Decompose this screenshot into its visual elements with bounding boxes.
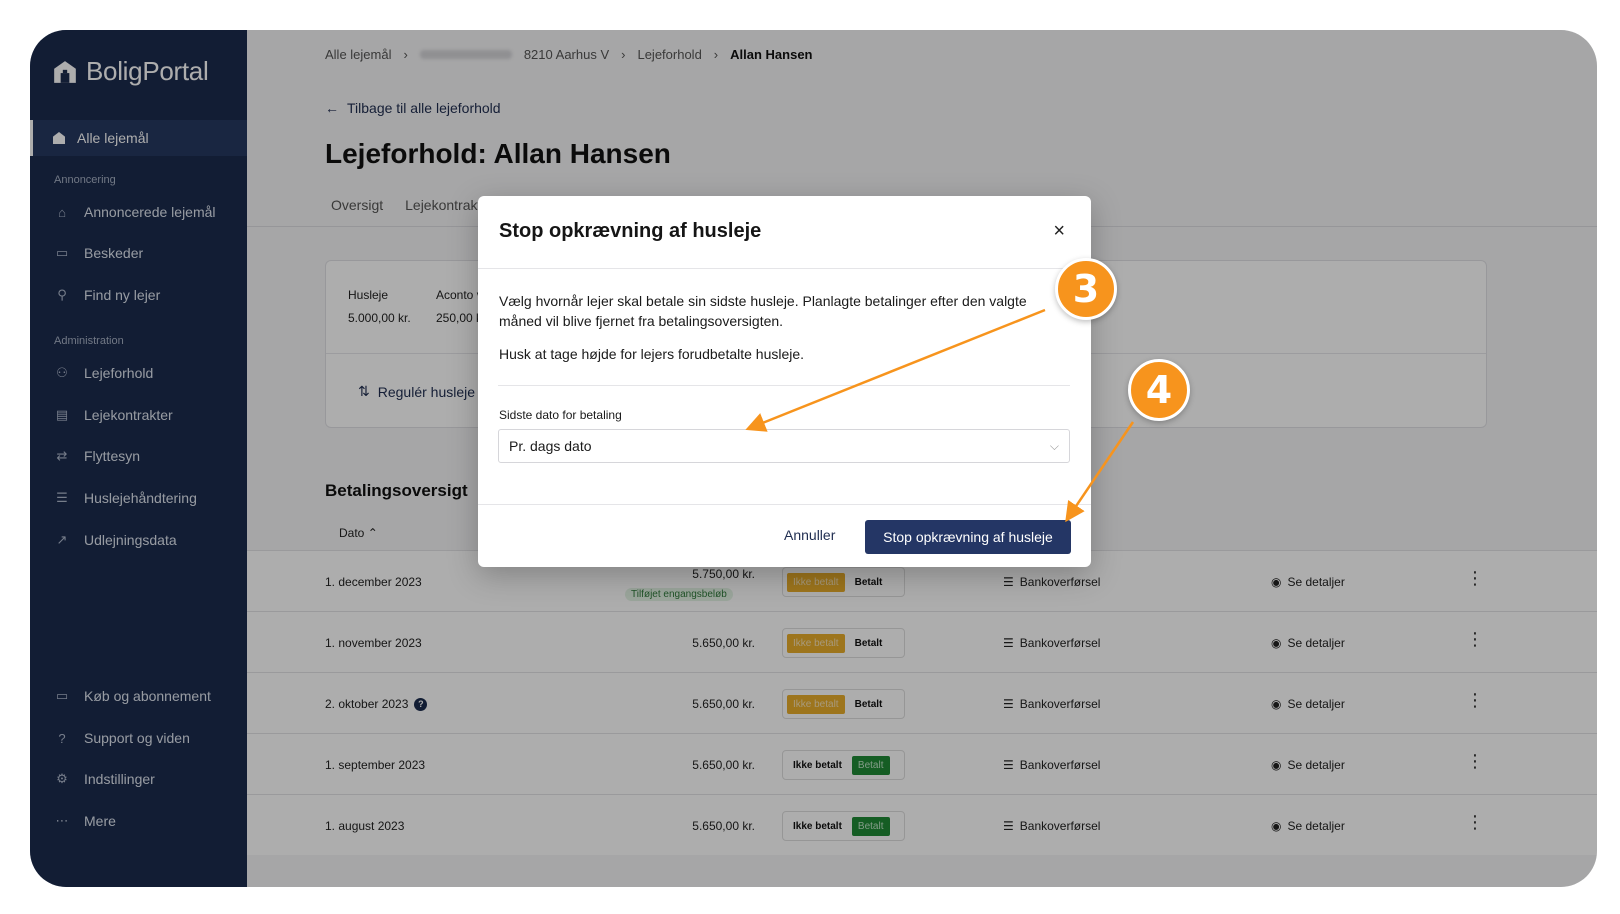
cancel-button[interactable]: Annuller	[784, 527, 835, 543]
select-value: Pr. dags dato	[509, 438, 592, 454]
step-marker-4: 4	[1128, 359, 1190, 421]
dialog-description: Vælg hvornår lejer skal betale sin sidst…	[499, 293, 1027, 329]
dialog-title: Stop opkrævning af husleje	[499, 220, 762, 242]
divider	[478, 504, 1091, 505]
dialog-note: Husk at tage højde for lejers forudbetal…	[499, 346, 805, 362]
last-payment-date-label: Sidste dato for betaling	[499, 408, 622, 422]
divider	[478, 268, 1091, 269]
divider	[498, 385, 1070, 386]
close-icon[interactable]: ×	[1053, 220, 1065, 243]
step-marker-3: 3	[1055, 258, 1117, 320]
stop-rent-dialog: Stop opkrævning af husleje × Vælg hvornå…	[478, 196, 1091, 567]
last-payment-date-select[interactable]: Pr. dags dato ⌵	[498, 429, 1070, 463]
stop-rent-confirm-button[interactable]: Stop opkrævning af husleje	[865, 520, 1071, 554]
chevron-down-icon: ⌵	[1049, 438, 1059, 453]
